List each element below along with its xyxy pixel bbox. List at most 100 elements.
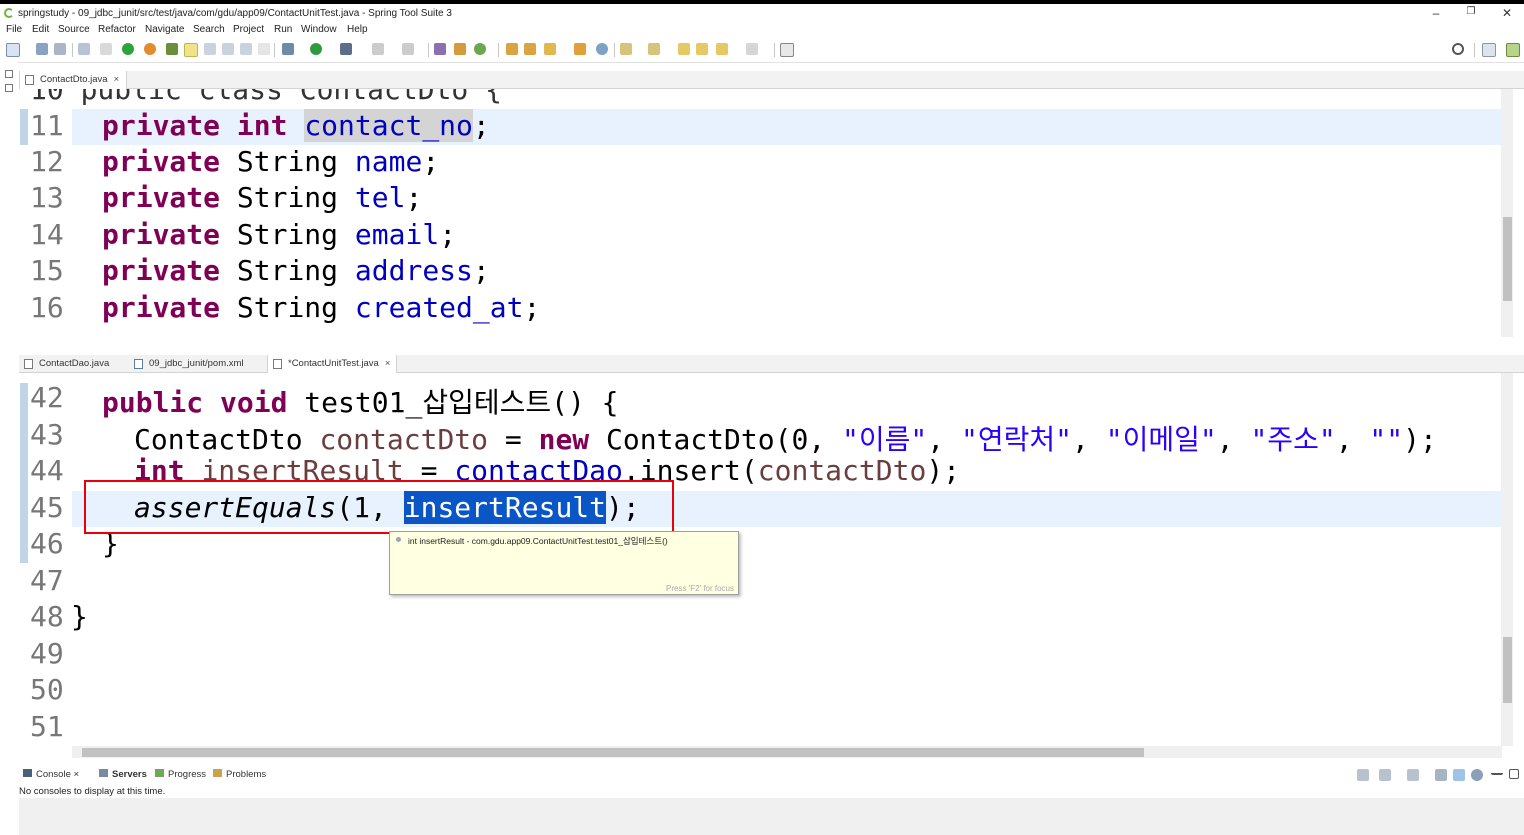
- search-icon-toolbar[interactable]: [544, 43, 556, 55]
- previous-annotation-icon[interactable]: [648, 43, 660, 55]
- quick-access-search-icon[interactable]: [1452, 43, 1464, 55]
- next-annotation-icon[interactable]: [620, 43, 632, 55]
- navigate-forward-icon[interactable]: [746, 43, 758, 55]
- console-tabbar: Console × Servers Progress Problems: [19, 766, 1524, 784]
- field-name: tel: [354, 181, 406, 214]
- new-icon[interactable]: [6, 43, 20, 57]
- close-tab-icon[interactable]: ×: [114, 74, 120, 85]
- open-perspective-icon[interactable]: [1482, 43, 1496, 57]
- web-browser-icon[interactable]: [596, 43, 608, 55]
- tab-problems[interactable]: Problems: [213, 769, 266, 780]
- keyword: public: [102, 386, 204, 419]
- package-explorer-icon[interactable]: [5, 84, 13, 92]
- minimize-view-icon[interactable]: [1491, 769, 1503, 775]
- run-icon[interactable]: [310, 43, 322, 55]
- main-toolbar: [0, 38, 1524, 63]
- profile-icon[interactable]: [402, 43, 414, 55]
- menu-search[interactable]: Search: [193, 24, 225, 35]
- restore-button[interactable]: ❐: [1461, 6, 1481, 17]
- tooltip-footer[interactable]: Press 'F2' for focus: [666, 584, 734, 593]
- closing-brace: }: [71, 600, 88, 633]
- scroll-lock-icon[interactable]: [1435, 769, 1447, 781]
- type-name: String: [236, 218, 339, 251]
- scrollbar-thumb[interactable]: [1503, 217, 1512, 301]
- console-body: [19, 798, 1524, 835]
- tab-console[interactable]: Console ×: [23, 769, 79, 780]
- save-icon[interactable]: [36, 43, 48, 55]
- tab-progress[interactable]: Progress: [155, 769, 206, 780]
- menu-navigate[interactable]: Navigate: [145, 24, 184, 35]
- external-tools-icon[interactable]: [340, 43, 352, 55]
- show-console-icon[interactable]: [1453, 769, 1465, 781]
- save-all-icon[interactable]: [54, 43, 66, 55]
- bottom-editor[interactable]: 42 43 44 45 46 47 48 49 50 51 public voi…: [19, 373, 1524, 746]
- top-editor-vertical-scrollbar[interactable]: [1501, 89, 1513, 337]
- settings-icon[interactable]: [1471, 769, 1483, 781]
- tab-contactdto[interactable]: ContactDto.java ×: [19, 71, 127, 89]
- line-number: 47: [30, 564, 64, 597]
- line-number: 49: [30, 637, 64, 670]
- menu-edit[interactable]: Edit: [32, 24, 49, 35]
- open-type-icon[interactable]: [166, 43, 178, 55]
- last-edit-location-icon[interactable]: [678, 43, 690, 55]
- string-literal: "주소": [1250, 423, 1336, 456]
- change-ruler: [20, 383, 28, 563]
- statement-end: );: [1403, 423, 1437, 456]
- menu-file[interactable]: File: [6, 24, 22, 35]
- restore-view-icon[interactable]: [5, 70, 13, 78]
- tab-label: Problems: [226, 769, 267, 780]
- pilcrow-icon[interactable]: [258, 43, 270, 55]
- console-message: No consoles to display at this time.: [19, 786, 166, 797]
- toolbar-separator: [1474, 43, 1475, 57]
- skip-breakpoints-icon[interactable]: [100, 43, 112, 55]
- toolbar-separator: [614, 43, 615, 57]
- scrollbar-thumb[interactable]: [82, 748, 1144, 757]
- close-tab-icon[interactable]: ×: [385, 358, 391, 369]
- forward-icon[interactable]: [716, 43, 728, 55]
- display-console-icon[interactable]: [1379, 769, 1391, 781]
- close-button[interactable]: ✕: [1497, 6, 1517, 20]
- show-whitespace-icon[interactable]: [240, 43, 252, 55]
- tab-servers[interactable]: Servers: [99, 769, 147, 780]
- word-wrap-icon[interactable]: [222, 43, 234, 55]
- open-resource-icon[interactable]: [524, 43, 536, 55]
- field-name: contact_no: [304, 109, 473, 142]
- menu-source[interactable]: Source: [58, 24, 90, 35]
- restart-icon[interactable]: [144, 43, 156, 55]
- tab-pom-xml[interactable]: 09_jdbc_junit/pom.xml: [129, 355, 267, 373]
- pin-editor-icon[interactable]: [780, 43, 794, 57]
- back-icon[interactable]: [696, 43, 708, 55]
- field-name: name: [354, 145, 423, 178]
- scrollbar-thumb[interactable]: [1503, 637, 1512, 703]
- tab-contactdao[interactable]: ContactDao.java: [19, 355, 123, 373]
- print-icon[interactable]: [78, 43, 90, 55]
- toggle-mark-icon[interactable]: [184, 43, 198, 57]
- open-task-icon[interactable]: [574, 43, 586, 55]
- open-type-hierarchy-icon[interactable]: [506, 43, 518, 55]
- block-selection-icon[interactable]: [204, 43, 216, 55]
- pin-console-icon[interactable]: [1357, 769, 1369, 781]
- coverage-icon[interactable]: [372, 43, 384, 55]
- minimize-button[interactable]: –: [1426, 6, 1446, 20]
- open-console-icon[interactable]: [1407, 769, 1419, 781]
- new-java-class-icon[interactable]: [454, 43, 466, 55]
- editor-horizontal-scrollbar[interactable]: [72, 746, 1502, 758]
- menu-window[interactable]: Window: [301, 24, 337, 35]
- spring-perspective-icon[interactable]: [1506, 43, 1520, 57]
- menu-refactor[interactable]: Refactor: [98, 24, 136, 35]
- local-variable-icon: [396, 537, 401, 542]
- new-java-package-icon[interactable]: [434, 43, 446, 55]
- menu-run[interactable]: Run: [274, 24, 292, 35]
- semicolon: ;: [405, 181, 423, 214]
- debug-icon[interactable]: [282, 43, 294, 55]
- new-spring-bean-icon[interactable]: [474, 43, 486, 55]
- line-number: 45: [30, 491, 64, 524]
- menu-help[interactable]: Help: [347, 24, 368, 35]
- top-editor[interactable]: 10 public class ContactDto { 11 private …: [19, 89, 1524, 337]
- bottom-editor-vertical-scrollbar[interactable]: [1501, 373, 1513, 746]
- start-server-icon[interactable]: [122, 43, 134, 55]
- argument: contactDto: [757, 454, 927, 487]
- menu-project[interactable]: Project: [233, 24, 264, 35]
- maximize-view-icon[interactable]: [1509, 769, 1519, 779]
- tab-contactunittest[interactable]: *ContactUnitTest.java ×: [267, 355, 397, 373]
